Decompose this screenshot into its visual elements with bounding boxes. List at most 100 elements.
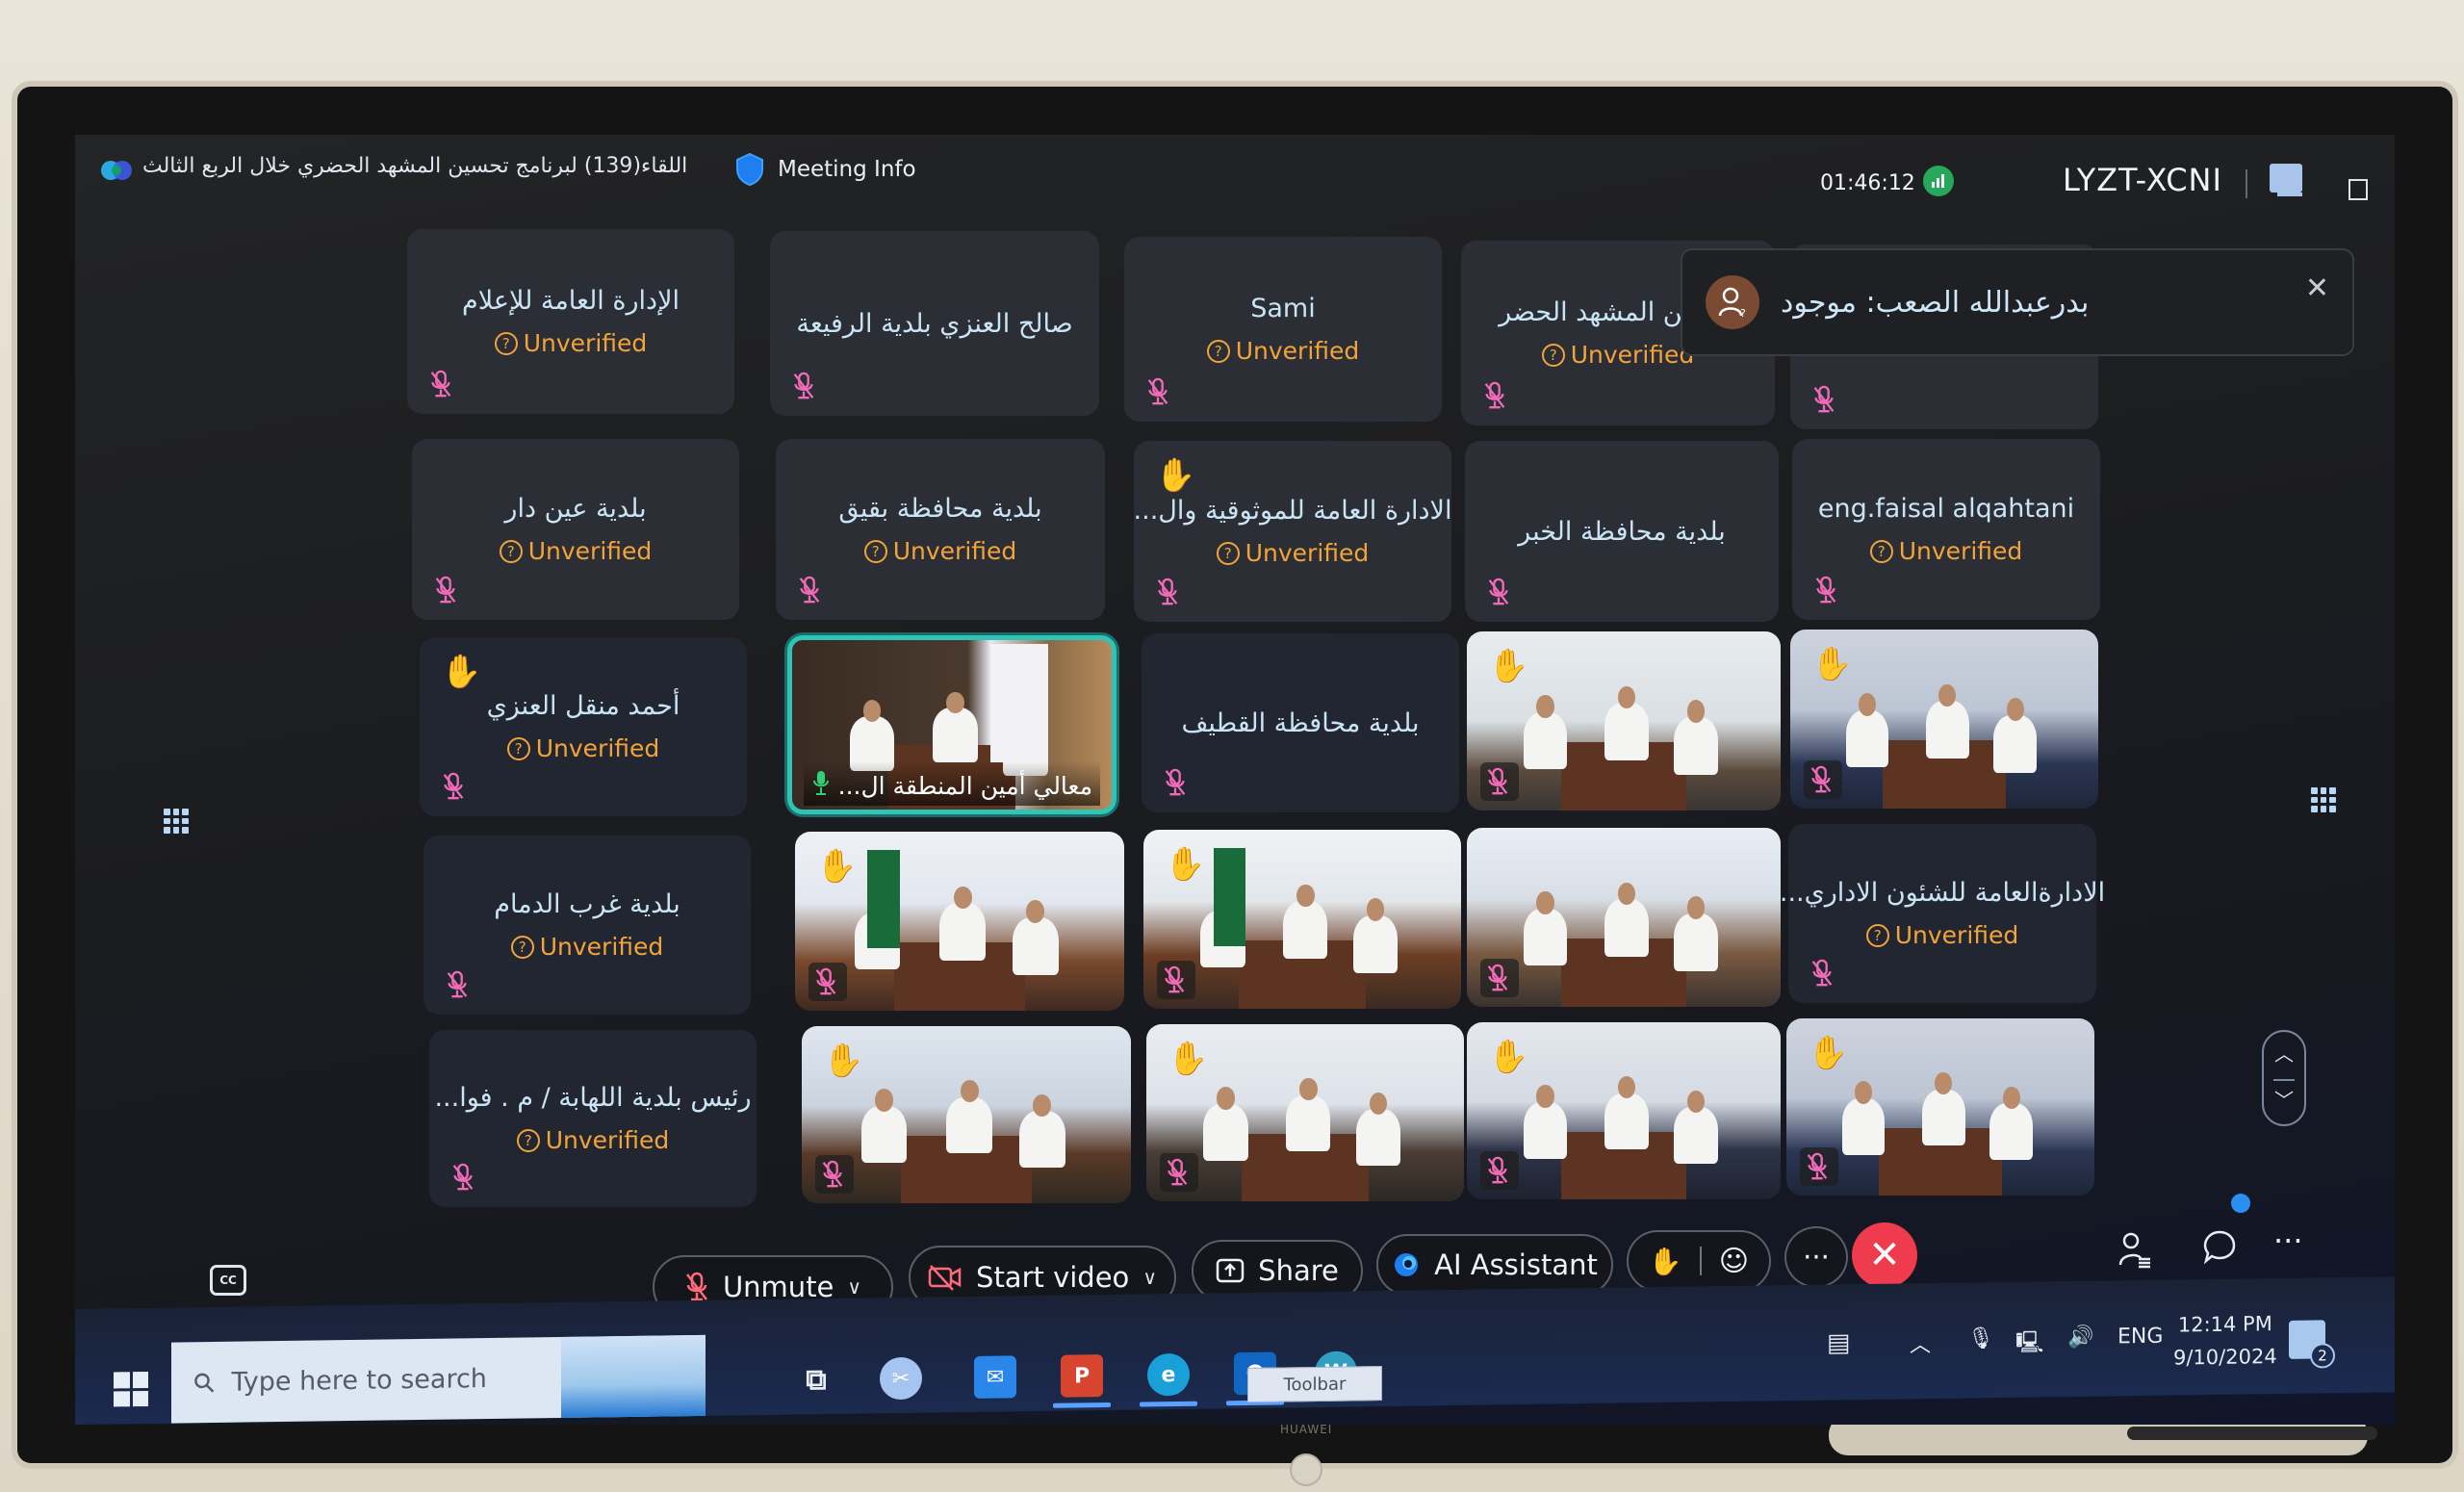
signal-icon[interactable] xyxy=(1923,166,1954,196)
participant-video-tile[interactable]: ✋ xyxy=(1790,630,2098,809)
status-text: Unverified xyxy=(523,329,648,357)
snipping-tool-icon[interactable]: ✂ xyxy=(880,1356,922,1401)
participant-video-tile[interactable] xyxy=(1467,828,1781,1007)
video-off-icon xyxy=(928,1265,962,1291)
chevron-down-icon[interactable]: ∨ xyxy=(847,1275,861,1299)
search-highlight-image xyxy=(561,1334,706,1418)
raised-hand-icon: ✋ xyxy=(1488,647,1529,685)
participant-name: بلدية غرب الدمام xyxy=(494,889,680,919)
mic-muted-icon xyxy=(450,1163,475,1192)
edge-icon[interactable]: e xyxy=(1147,1352,1190,1397)
powerpoint-icon[interactable]: P xyxy=(1061,1354,1103,1398)
toast-close-icon[interactable]: ✕ xyxy=(2305,271,2329,305)
participant-video-tile[interactable]: ✋ xyxy=(1146,1024,1464,1201)
participant-tile[interactable]: eng.faisal alqahtani? Unverified xyxy=(1792,439,2100,620)
volume-icon[interactable]: 🔊 xyxy=(2067,1325,2093,1350)
action-center-icon[interactable]: 2 xyxy=(2289,1320,2335,1369)
more-options-button[interactable]: ··· xyxy=(1784,1226,1848,1288)
microphone-tray-icon[interactable]: 🎙 xyxy=(1967,1326,1994,1351)
layout-icon[interactable] xyxy=(2270,164,2302,196)
windows-taskbar: ⚲ Type here to search ⧉ ✂ ✉ P e O W Tool… xyxy=(75,1276,2395,1425)
ai-assistant-button[interactable]: AI Assistant xyxy=(1376,1234,1613,1296)
participant-tile[interactable]: بلدية غرب الدمام? Unverified xyxy=(424,836,751,1015)
meeting-info-label: Meeting Info xyxy=(778,157,916,182)
participant-video-tile[interactable]: ✋ xyxy=(1143,830,1461,1009)
scroll-down-button[interactable]: ﹀ xyxy=(2264,1078,2304,1124)
participant-tile[interactable]: بلدية عين دار? Unverified xyxy=(412,439,739,620)
closed-captions-icon[interactable]: CC xyxy=(210,1265,246,1296)
start-video-label: Start video xyxy=(976,1261,1130,1294)
grid-view-icon-left[interactable] xyxy=(164,809,189,834)
meeting-info-button[interactable]: Meeting Info xyxy=(735,152,916,187)
question-circle-icon: ? xyxy=(499,539,523,563)
overflow-menu-button[interactable]: ··· xyxy=(2273,1222,2303,1259)
reactions-icon[interactable]: ☺ xyxy=(1719,1245,1749,1278)
mic-off-icon xyxy=(685,1272,707,1301)
video-person-shape xyxy=(1523,694,1568,770)
status-text: Unverified xyxy=(892,537,1017,565)
meeting-timer: 01:46:12 xyxy=(1820,171,1915,195)
participant-video-tile[interactable]: ✋ xyxy=(802,1026,1131,1203)
scroll-up-button[interactable]: ︿ xyxy=(2264,1032,2304,1078)
participant-tile[interactable]: الإدارة العامة للإعلام? Unverified xyxy=(407,229,734,414)
verification-status: ?Unverified xyxy=(506,734,659,762)
mail-icon[interactable]: ✉ xyxy=(974,1355,1016,1399)
maximize-icon[interactable] xyxy=(2348,179,2368,200)
participant-tile[interactable]: بلدية محافظة القطيف xyxy=(1142,633,1459,812)
verification-status: ?Unverified xyxy=(863,537,1017,565)
participant-tile[interactable]: رئيس بلدية اللهابة / م . فوا...? Unverifi… xyxy=(429,1030,757,1207)
device-brand: HUAWEI xyxy=(1280,1423,1333,1436)
verification-status: ?Unverified xyxy=(499,537,652,565)
participant-video-tile[interactable]: ✋ xyxy=(1786,1018,2094,1196)
taskbar-search-input[interactable]: ⚲ Type here to search xyxy=(171,1334,706,1424)
question-circle-icon: ? xyxy=(1206,339,1230,363)
mic-muted-icon xyxy=(1480,959,1519,997)
video-person-shape xyxy=(1845,692,1889,768)
svg-text:?: ? xyxy=(1740,307,1746,319)
shield-icon xyxy=(736,152,763,187)
news-widget-icon[interactable]: ▤ xyxy=(1827,1328,1851,1357)
chat-icon[interactable] xyxy=(2202,1228,2237,1273)
search-icon: ⚲ xyxy=(186,1364,223,1401)
reactions-group: ✋ ☺ xyxy=(1627,1230,1771,1292)
participant-tile[interactable]: بلدية محافظة الخبر xyxy=(1465,441,1779,622)
unknown-user-icon: ? xyxy=(1706,275,1759,329)
video-person-shape xyxy=(1841,1081,1886,1155)
windows-start-button[interactable] xyxy=(114,1371,148,1407)
participant-tile[interactable]: صالح العنزي بلدية الرفيعة xyxy=(770,231,1099,416)
raised-hand-icon: ✋ xyxy=(1168,1040,1209,1078)
system-clock[interactable]: 12:14 PM 9/10/2024 xyxy=(2173,1307,2277,1375)
page-scroller: ︿ ﹀ xyxy=(2262,1030,2306,1126)
video-person-shape xyxy=(1925,683,1969,759)
participant-video-tile[interactable]: ✋ xyxy=(1467,1022,1781,1199)
grid-view-icon-right[interactable] xyxy=(2311,787,2336,812)
participants-icon[interactable] xyxy=(2118,1230,2152,1276)
reactions-divider xyxy=(1699,1247,1702,1275)
participant-tile[interactable]: بلدية محافظة بقيق ? Unverified xyxy=(776,439,1105,620)
participant-video-tile[interactable]: ✋ xyxy=(795,832,1124,1011)
participant-name: الادارةالعامة للشئون الاداري... xyxy=(1779,878,2106,908)
video-person-shape xyxy=(1352,898,1398,973)
task-view-icon[interactable]: ⧉ xyxy=(795,1358,837,1402)
show-hidden-icons-chevron[interactable]: ︿ xyxy=(1910,1327,1931,1358)
participant-tile[interactable]: الادارة العامة للموثوقية وال...? Unverifi… xyxy=(1134,441,1451,622)
mic-muted-icon xyxy=(1157,961,1195,999)
video-person-shape xyxy=(1355,1092,1400,1167)
language-indicator[interactable]: ENG xyxy=(2118,1325,2163,1350)
participant-name: بلدية محافظة بقيق xyxy=(838,494,1042,524)
raise-hand-icon[interactable]: ✋ xyxy=(1649,1246,1682,1277)
chevron-down-icon[interactable]: ∨ xyxy=(1142,1266,1157,1289)
raised-hand-icon: ✋ xyxy=(816,847,858,886)
participant-tile[interactable]: Sami? Unverified xyxy=(1124,237,1442,422)
participant-name: بلدية محافظة الخبر xyxy=(1518,516,1726,547)
raised-hand-icon: ✋ xyxy=(1808,1034,1849,1072)
participant-video-tile[interactable]: معالي أمين المنطقة ال... xyxy=(787,635,1116,814)
participant-tile[interactable]: أحمد منقل العنزي? Unverified ✋ xyxy=(420,637,747,816)
network-icon[interactable]: 🖳 xyxy=(2015,1325,2043,1362)
participant-tile[interactable]: الادارةالعامة للشئون الاداري...? Unverifi… xyxy=(1780,824,2105,1003)
edge-active-indicator xyxy=(1140,1401,1197,1407)
flag-shape xyxy=(989,643,1048,762)
participant-video-tile[interactable]: ✋ xyxy=(1467,631,1781,810)
video-person-shape xyxy=(1674,896,1718,971)
leave-meeting-button[interactable]: ✕ xyxy=(1852,1222,1917,1288)
